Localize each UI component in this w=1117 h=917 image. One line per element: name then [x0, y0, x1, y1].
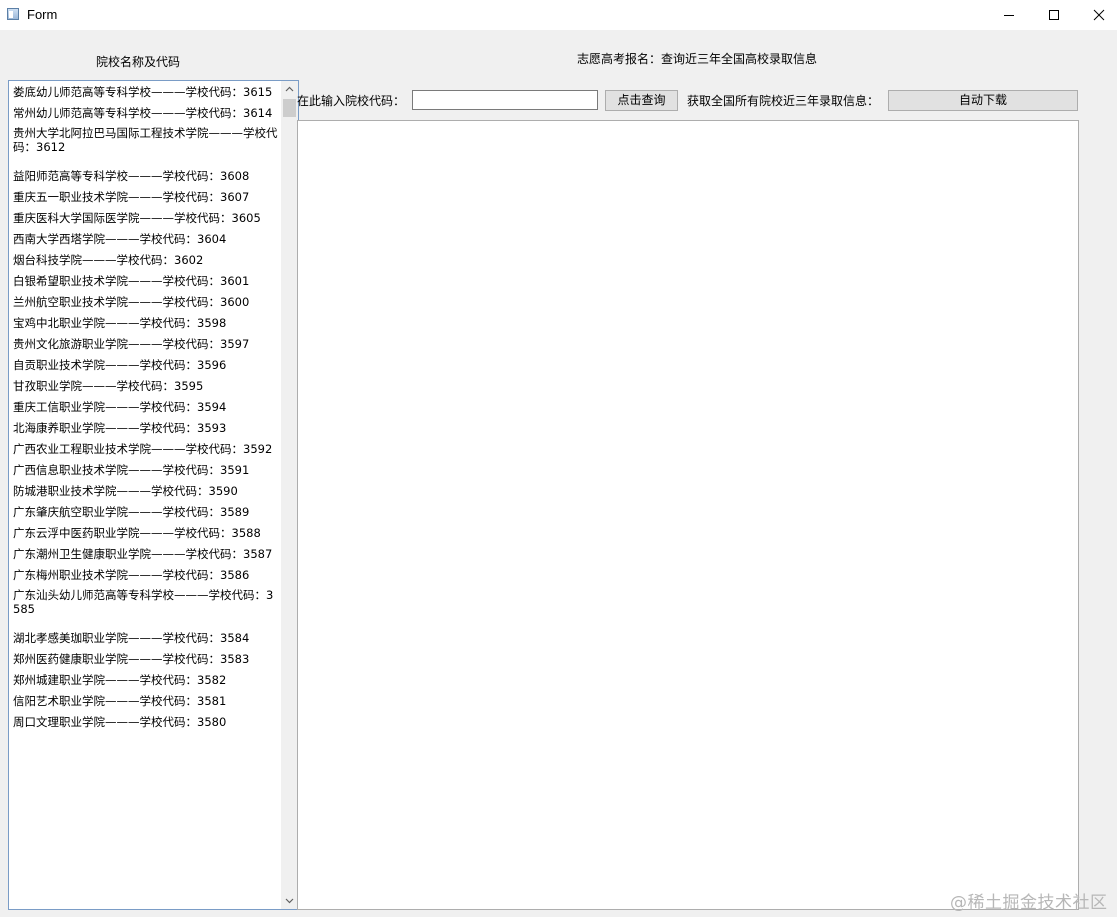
list-item[interactable]: 郑州医药健康职业学院———学校代码：3583 [9, 648, 282, 669]
list-item[interactable]: 兰州航空职业技术学院———学校代码：3600 [9, 291, 282, 312]
watermark: @稀土掘金技术社区 [950, 893, 1108, 913]
list-item[interactable]: 甘孜职业学院———学校代码：3595 [9, 375, 282, 396]
list-scrollbar[interactable] [281, 81, 298, 909]
title-bar: Form [0, 0, 1117, 30]
maximize-icon [1049, 10, 1059, 20]
list-item-label: 益阳师范高等专科学校———学校代码：3608 [13, 169, 250, 183]
list-item[interactable]: 娄底幼儿师范高等专科学校———学校代码：3615 [9, 81, 282, 102]
auto-download-button[interactable]: 自动下载 [888, 90, 1078, 111]
list-item-label: 周口文理职业学院———学校代码：3580 [13, 715, 227, 729]
list-item[interactable]: 白银希望职业技术学院———学校代码：3601 [9, 270, 282, 291]
scroll-up-arrow-icon[interactable] [281, 81, 298, 98]
list-item[interactable]: 广东汕头幼儿师范高等专科学校———学校代码：3585 [9, 585, 282, 627]
list-item[interactable]: 重庆五一职业技术学院———学校代码：3607 [9, 186, 282, 207]
app-window: Form 院校名称及代码 志愿高考报名：查询近三年全国高校录取信息 娄底幼儿师范… [0, 0, 1117, 917]
school-list-title: 院校名称及代码 [96, 55, 181, 69]
list-item-label: 广东云浮中医药职业学院———学校代码：3588 [13, 526, 261, 540]
maximize-button[interactable] [1031, 0, 1077, 30]
list-item[interactable]: 常州幼儿师范高等专科学校———学校代码：3614 [9, 102, 282, 123]
list-item-label: 北海康养职业学院———学校代码：3593 [13, 421, 227, 435]
list-item[interactable]: 郑州城建职业学院———学校代码：3582 [9, 669, 282, 690]
list-item[interactable]: 湖北孝感美珈职业学院———学校代码：3584 [9, 627, 282, 648]
list-item[interactable]: 烟台科技学院———学校代码：3602 [9, 249, 282, 270]
list-item-label: 宝鸡中北职业学院———学校代码：3598 [13, 316, 227, 330]
list-item-label: 重庆医科大学国际医学院———学校代码：3605 [13, 211, 261, 225]
list-item-label: 常州幼儿师范高等专科学校———学校代码：3614 [13, 106, 273, 120]
list-item[interactable]: 广西农业工程职业技术学院———学校代码：3592 [9, 438, 282, 459]
result-text-area[interactable] [297, 120, 1079, 910]
list-item-label: 贵州大学北阿拉巴马国际工程技术学院———学校代码：3612 [13, 126, 278, 154]
list-item[interactable]: 广东肇庆航空职业学院———学校代码：3589 [9, 501, 282, 522]
list-item[interactable]: 北海康养职业学院———学校代码：3593 [9, 417, 282, 438]
list-item[interactable]: 西南大学西塔学院———学校代码：3604 [9, 228, 282, 249]
list-item-label: 甘孜职业学院———学校代码：3595 [13, 379, 204, 393]
minimize-button[interactable] [986, 0, 1032, 30]
list-item[interactable]: 自贡职业技术学院———学校代码：3596 [9, 354, 282, 375]
list-item-label: 广东汕头幼儿师范高等专科学校———学校代码：3585 [13, 588, 274, 616]
list-item[interactable]: 信阳艺术职业学院———学校代码：3581 [9, 690, 282, 711]
scroll-thumb[interactable] [283, 99, 296, 117]
list-item-label: 郑州城建职业学院———学校代码：3582 [13, 673, 227, 687]
list-item[interactable]: 贵州大学北阿拉巴马国际工程技术学院———学校代码：3612 [9, 123, 282, 165]
minimize-icon [1004, 15, 1014, 16]
list-item[interactable]: 贵州文化旅游职业学院———学校代码：3597 [9, 333, 282, 354]
list-item-label: 贵州文化旅游职业学院———学校代码：3597 [13, 337, 250, 351]
list-item-label: 广东肇庆航空职业学院———学校代码：3589 [13, 505, 250, 519]
list-item-label: 广东梅州职业技术学院———学校代码：3586 [13, 568, 250, 582]
fetch-all-label: 获取全国所有院校近三年录取信息： [687, 94, 880, 108]
list-item-label: 广西农业工程职业技术学院———学校代码：3592 [13, 442, 273, 456]
list-item[interactable]: 周口文理职业学院———学校代码：3580 [9, 711, 282, 732]
code-input-label: 在此输入院校代码： [297, 94, 406, 108]
list-item-label: 湖北孝感美珈职业学院———学校代码：3584 [13, 631, 250, 645]
list-item[interactable]: 广东潮州卫生健康职业学院———学校代码：3587 [9, 543, 282, 564]
school-code-input[interactable] [412, 90, 598, 110]
scroll-down-arrow-icon[interactable] [281, 892, 298, 909]
list-item[interactable]: 重庆工信职业学院———学校代码：3594 [9, 396, 282, 417]
list-item[interactable]: 广西信息职业技术学院———学校代码：3591 [9, 459, 282, 480]
list-item-label: 防城港职业技术学院———学校代码：3590 [13, 484, 238, 498]
close-button[interactable] [1076, 0, 1117, 30]
query-button[interactable]: 点击查询 [605, 90, 678, 111]
list-item-label: 郑州医药健康职业学院———学校代码：3583 [13, 652, 250, 666]
school-list-items: 娄底幼儿师范高等专科学校———学校代码：3615 常州幼儿师范高等专科学校———学… [9, 81, 282, 909]
list-item[interactable]: 益阳师范高等专科学校———学校代码：3608 [9, 165, 282, 186]
list-item-label: 重庆工信职业学院———学校代码：3594 [13, 400, 227, 414]
school-list[interactable]: 娄底幼儿师范高等专科学校———学校代码：3615 常州幼儿师范高等专科学校———学… [8, 80, 299, 910]
list-item-label: 娄底幼儿师范高等专科学校———学校代码：3615 [13, 85, 273, 99]
window-title: Form [27, 7, 58, 22]
page-title: 志愿高考报名：查询近三年全国高校录取信息 [577, 52, 818, 66]
list-item-label: 广西信息职业技术学院———学校代码：3591 [13, 463, 250, 477]
list-item-label: 白银希望职业技术学院———学校代码：3601 [13, 274, 250, 288]
list-item-label: 烟台科技学院———学校代码：3602 [13, 253, 204, 267]
list-item[interactable]: 广东梅州职业技术学院———学校代码：3586 [9, 564, 282, 585]
app-icon [7, 8, 19, 20]
list-item-label: 兰州航空职业技术学院———学校代码：3600 [13, 295, 250, 309]
list-item-label: 信阳艺术职业学院———学校代码：3581 [13, 694, 227, 708]
list-item-label: 广东潮州卫生健康职业学院———学校代码：3587 [13, 547, 273, 561]
list-item[interactable]: 广东云浮中医药职业学院———学校代码：3588 [9, 522, 282, 543]
close-icon [1093, 9, 1105, 21]
list-item[interactable]: 重庆医科大学国际医学院———学校代码：3605 [9, 207, 282, 228]
list-item[interactable]: 宝鸡中北职业学院———学校代码：3598 [9, 312, 282, 333]
list-item-label: 西南大学西塔学院———学校代码：3604 [13, 232, 227, 246]
list-item-label: 重庆五一职业技术学院———学校代码：3607 [13, 190, 250, 204]
list-item-label: 自贡职业技术学院———学校代码：3596 [13, 358, 227, 372]
list-item[interactable]: 防城港职业技术学院———学校代码：3590 [9, 480, 282, 501]
